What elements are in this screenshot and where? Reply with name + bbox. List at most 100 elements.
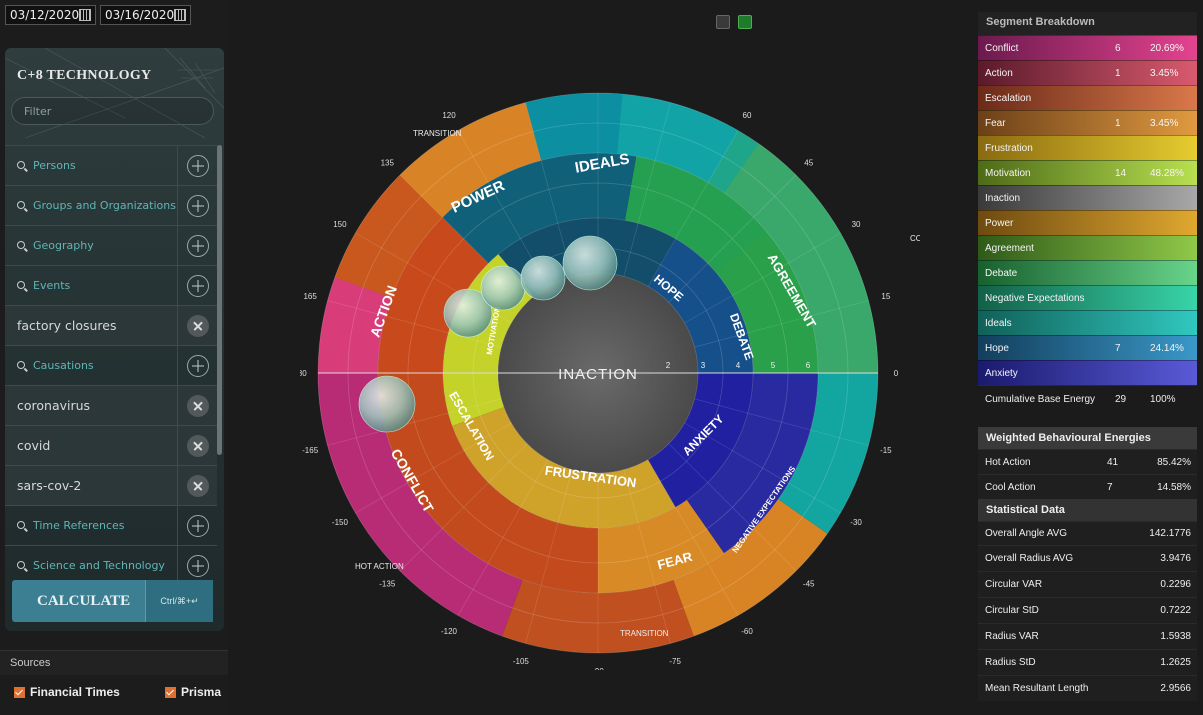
segment-name: Action: [985, 67, 1013, 79]
statistical-data-table: Overall Angle AVG 142.1776 Overall Radius …: [978, 521, 1197, 701]
segment-count: 1: [1115, 67, 1121, 79]
weighted-pct: 85.42%: [1157, 456, 1191, 468]
data-bubble: [562, 235, 618, 291]
angle-tick-label: 165: [303, 292, 317, 301]
category-row[interactable]: Persons: [5, 145, 217, 186]
category-row[interactable]: Events: [5, 265, 217, 306]
left-panel: 03/12/2020 03/16/2020 C+8 TECHNOLOGY Fil…: [0, 0, 228, 715]
source-prisma-checkbox[interactable]: Prisma: [165, 685, 221, 699]
cumulative-count: 29: [1115, 394, 1127, 405]
scrollbar[interactable]: [217, 145, 222, 455]
remove-icon[interactable]: [186, 474, 209, 497]
add-icon[interactable]: [186, 274, 209, 297]
checkbox-checked-icon[interactable]: [14, 686, 25, 698]
segment-name: Motivation: [985, 167, 1031, 179]
segment-name: Escalation: [985, 92, 1032, 104]
weighted-name: Cool Action: [985, 481, 1036, 493]
stat-name: Overall Angle AVG: [985, 528, 1068, 539]
angle-tick-label: -75: [669, 657, 681, 666]
stat-value: 3.9476: [1160, 553, 1191, 564]
center-label: INACTION: [558, 366, 638, 383]
angle-tick-label: -30: [850, 518, 862, 527]
search-icon: [17, 521, 25, 529]
selected-tag-row[interactable]: sars-cov-2: [5, 465, 217, 506]
segment-row: Anxiety: [978, 360, 1197, 385]
transition-label: TRANSITION: [413, 129, 462, 138]
excel-icon[interactable]: [738, 15, 752, 29]
angle-tick-label: 120: [442, 111, 456, 120]
selected-tag-row[interactable]: covid: [5, 425, 217, 466]
radius-tick-label: 4: [736, 361, 741, 370]
cumulative-row: Cumulative Base Energy 29 100%: [978, 385, 1197, 413]
add-icon[interactable]: [186, 154, 209, 177]
row-label: Groups and Organizations: [33, 199, 176, 212]
calendar-icon[interactable]: [79, 9, 91, 21]
category-row[interactable]: Causations: [5, 345, 217, 386]
category-row[interactable]: Time References: [5, 505, 217, 546]
cumulative-label: Cumulative Base Energy: [985, 394, 1096, 405]
data-bubble: [358, 375, 416, 433]
angle-tick-label: 150: [333, 220, 347, 229]
stat-value: 0.7222: [1160, 605, 1191, 616]
angle-tick-label: -60: [741, 627, 753, 636]
segment-breakdown-table: Conflict 6 20.69% Action 1 3.45% Escalation Fea…: [978, 35, 1197, 385]
segment-pct: 48.28%: [1150, 167, 1184, 179]
radius-tick-label: 3: [701, 361, 706, 370]
search-icon: [17, 281, 25, 289]
add-icon[interactable]: [186, 234, 209, 257]
calculate-label: CALCULATE: [37, 592, 131, 609]
end-date-input[interactable]: 03/16/2020: [100, 5, 191, 25]
add-icon[interactable]: [186, 194, 209, 217]
segment-name: Hope: [985, 342, 1009, 354]
row-label: factory closures: [17, 318, 117, 333]
category-row[interactable]: Groups and Organizations: [5, 185, 217, 226]
add-icon[interactable]: [186, 514, 209, 537]
stat-value: 1.2625: [1160, 657, 1191, 668]
segment-name: Negative Expectations: [985, 292, 1085, 304]
segment-row: Escalation: [978, 85, 1197, 110]
row-label: Causations: [33, 359, 94, 372]
add-icon[interactable]: [186, 354, 209, 377]
source-financial-times-checkbox[interactable]: Financial Times: [14, 685, 120, 699]
calendar-icon[interactable]: [174, 9, 186, 21]
selected-tag-row[interactable]: coronavirus: [5, 385, 217, 426]
segment-breakdown-title: Segment Breakdown: [978, 12, 1197, 35]
row-label: sars-cov-2: [17, 478, 82, 493]
external-link-icon[interactable]: [716, 15, 730, 29]
stat-row: Circular StD 0.7222: [978, 597, 1197, 623]
stat-row: Overall Radius AVG 3.9476: [978, 545, 1197, 571]
end-date-value: 03/16/2020: [105, 8, 175, 22]
category-row[interactable]: Geography: [5, 225, 217, 266]
weighted-count: 7: [1107, 481, 1113, 493]
remove-icon[interactable]: [186, 314, 209, 337]
segment-count: 1: [1115, 117, 1121, 129]
segment-row: Inaction: [978, 185, 1197, 210]
filter-card: C+8 TECHNOLOGY Filter Persons Groups and …: [5, 48, 224, 631]
weighted-count: 41: [1107, 456, 1119, 468]
search-icon: [17, 201, 25, 209]
checkbox-checked-icon[interactable]: [165, 686, 176, 698]
weighted-name: Hot Action: [985, 456, 1031, 468]
segment-name: Anxiety: [985, 367, 1018, 379]
weighted-energies-table: Hot Action 41 85.42% Cool Action 7 14.58%: [978, 449, 1197, 499]
segment-name: Debate: [985, 267, 1018, 279]
ring-segment: [525, 92, 623, 161]
row-label: Persons: [33, 159, 76, 172]
weighted-energies-title: Weighted Behavioural Energies: [978, 427, 1197, 449]
behavioural-circle-chart: 0153045607590105120135150165180-165-150-…: [300, 90, 920, 670]
category-row[interactable]: Science and Technology: [5, 545, 217, 586]
segment-name: Fear: [985, 117, 1006, 129]
selected-tag-row[interactable]: factory closures: [5, 305, 217, 346]
filter-input[interactable]: Filter: [11, 97, 214, 125]
add-icon[interactable]: [186, 554, 209, 577]
start-date-input[interactable]: 03/12/2020: [5, 5, 96, 25]
remove-icon[interactable]: [186, 394, 209, 417]
segment-row: Ideals: [978, 310, 1197, 335]
segment-row: Agreement: [978, 235, 1197, 260]
calculate-button[interactable]: CALCULATE Ctrl/⌘+↵: [12, 580, 213, 622]
data-bubble: [520, 255, 566, 301]
remove-icon[interactable]: [186, 434, 209, 457]
segment-name: Inaction: [985, 192, 1021, 204]
radius-tick-label: 6: [806, 361, 811, 370]
right-panel: Segment Breakdown Conflict 6 20.69% Action 1…: [978, 12, 1197, 701]
